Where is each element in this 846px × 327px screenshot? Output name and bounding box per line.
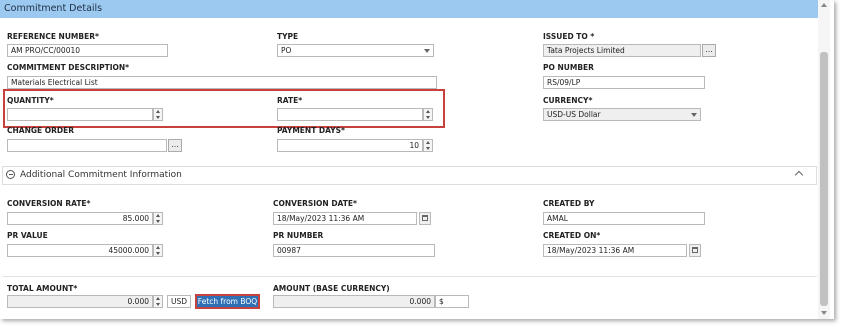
spinner-up-icon — [426, 110, 430, 113]
additional-info-section-header[interactable]: Additional Commitment Information — [2, 166, 817, 185]
scrollbar-thumb[interactable] — [820, 52, 828, 306]
spinner-up-icon — [426, 141, 430, 144]
calendar-icon[interactable] — [689, 244, 701, 257]
created-by-input[interactable]: AMAL — [543, 212, 705, 225]
quantity-input[interactable] — [7, 108, 153, 121]
spinner-down-icon — [426, 147, 430, 150]
created-on-label: CREATED ON* — [543, 231, 601, 240]
rate-label: RATE* — [277, 96, 303, 105]
issued-to-label: ISSUED TO * — [543, 32, 595, 41]
conversion-rate-input[interactable]: 85.000 — [7, 212, 153, 225]
spinner-down-icon — [426, 116, 430, 119]
spinner-up-icon — [156, 246, 160, 249]
reference-number-label: REFERENCE NUMBER* — [7, 32, 99, 41]
payment-days-spinner[interactable] — [423, 139, 433, 152]
fetch-from-boq-label: Fetch from BOQ — [197, 297, 258, 306]
amount-base-currency-label: AMOUNT (BASE CURRENCY) — [273, 284, 390, 293]
payment-days-input[interactable]: 10 — [277, 139, 423, 152]
currency-select[interactable]: USD-US Dollar — [543, 108, 701, 121]
reference-number-input[interactable]: AM PRO/CC/00010 — [7, 44, 168, 57]
dropdown-caret-icon — [691, 113, 697, 117]
section-title: Commitment Details — [4, 3, 103, 14]
spinner-down-icon — [156, 220, 160, 223]
commitment-details-window: Commitment Details REFERENCE NUMBER* AM … — [0, 0, 834, 319]
currency-label: CURRENCY* — [543, 96, 593, 105]
ellipsis-icon: ... — [705, 45, 713, 54]
pr-value-label: PR VALUE — [7, 231, 48, 240]
pr-value-spinner[interactable] — [153, 244, 163, 257]
pr-number-label: PR NUMBER — [273, 231, 324, 240]
change-order-input[interactable] — [7, 139, 167, 152]
spinner-up-icon — [156, 297, 160, 300]
change-order-lookup-button[interactable]: ... — [168, 139, 182, 152]
created-by-label: CREATED BY — [543, 199, 595, 208]
type-select[interactable]: PO — [277, 44, 434, 57]
total-amount-unit: USD — [167, 295, 191, 308]
commitment-description-label: COMMITMENT DESCRIPTION* — [7, 63, 130, 72]
scroll-up-icon[interactable] — [821, 3, 827, 7]
dropdown-caret-icon — [424, 49, 430, 53]
change-order-label: CHANGE ORDER — [7, 126, 75, 135]
quantity-label: QUANTITY* — [7, 96, 54, 105]
scroll-down-icon[interactable] — [821, 311, 827, 315]
total-amount-spinner[interactable] — [153, 295, 163, 308]
rate-spinner[interactable] — [423, 108, 433, 121]
section-divider — [2, 276, 817, 277]
quantity-spinner[interactable] — [153, 108, 163, 121]
po-number-input[interactable]: RS/09/LP — [543, 76, 705, 89]
conversion-rate-label: CONVERSION RATE* — [7, 199, 91, 208]
issued-to-input[interactable]: Tata Projects Limited — [543, 44, 701, 57]
commitment-description-input[interactable]: Materials Electrical List — [7, 76, 437, 89]
currency-value: USD-US Dollar — [547, 110, 601, 119]
type-label: TYPE — [277, 32, 299, 41]
spinner-down-icon — [156, 252, 160, 255]
section-header: Commitment Details — [0, 0, 818, 18]
additional-info-title: Additional Commitment Information — [20, 170, 182, 180]
spinner-up-icon — [156, 110, 160, 113]
issued-to-lookup-button[interactable]: ... — [702, 44, 716, 57]
created-on-input[interactable]: 18/May/2023 11:36 AM — [543, 244, 687, 257]
amount-base-currency-input[interactable]: 0.000 — [273, 295, 435, 308]
chevron-up-icon[interactable] — [794, 170, 804, 180]
conversion-date-label: CONVERSION DATE* — [273, 199, 357, 208]
type-value: PO — [281, 46, 292, 55]
spinner-down-icon — [156, 303, 160, 306]
amount-base-currency-unit: $ — [435, 295, 469, 308]
pr-number-input[interactable]: 00987 — [273, 244, 435, 257]
po-number-label: PO NUMBER — [543, 63, 594, 72]
total-amount-input[interactable]: 0.000 — [7, 295, 153, 308]
calendar-icon[interactable] — [419, 212, 431, 225]
conversion-date-input[interactable]: 18/May/2023 11:36 AM — [273, 212, 417, 225]
conversion-rate-spinner[interactable] — [153, 212, 163, 225]
fetch-from-boq-button[interactable]: Fetch from BOQ — [195, 294, 260, 309]
payment-days-label: PAYMENT DAYS* — [277, 126, 345, 135]
total-amount-label: TOTAL AMOUNT* — [7, 284, 78, 293]
collapse-minus-icon[interactable] — [6, 170, 15, 179]
rate-input[interactable] — [277, 108, 423, 121]
ellipsis-icon: ... — [171, 140, 179, 149]
pr-value-input[interactable]: 45000.000 — [7, 244, 153, 257]
spinner-up-icon — [156, 214, 160, 217]
spinner-down-icon — [156, 116, 160, 119]
